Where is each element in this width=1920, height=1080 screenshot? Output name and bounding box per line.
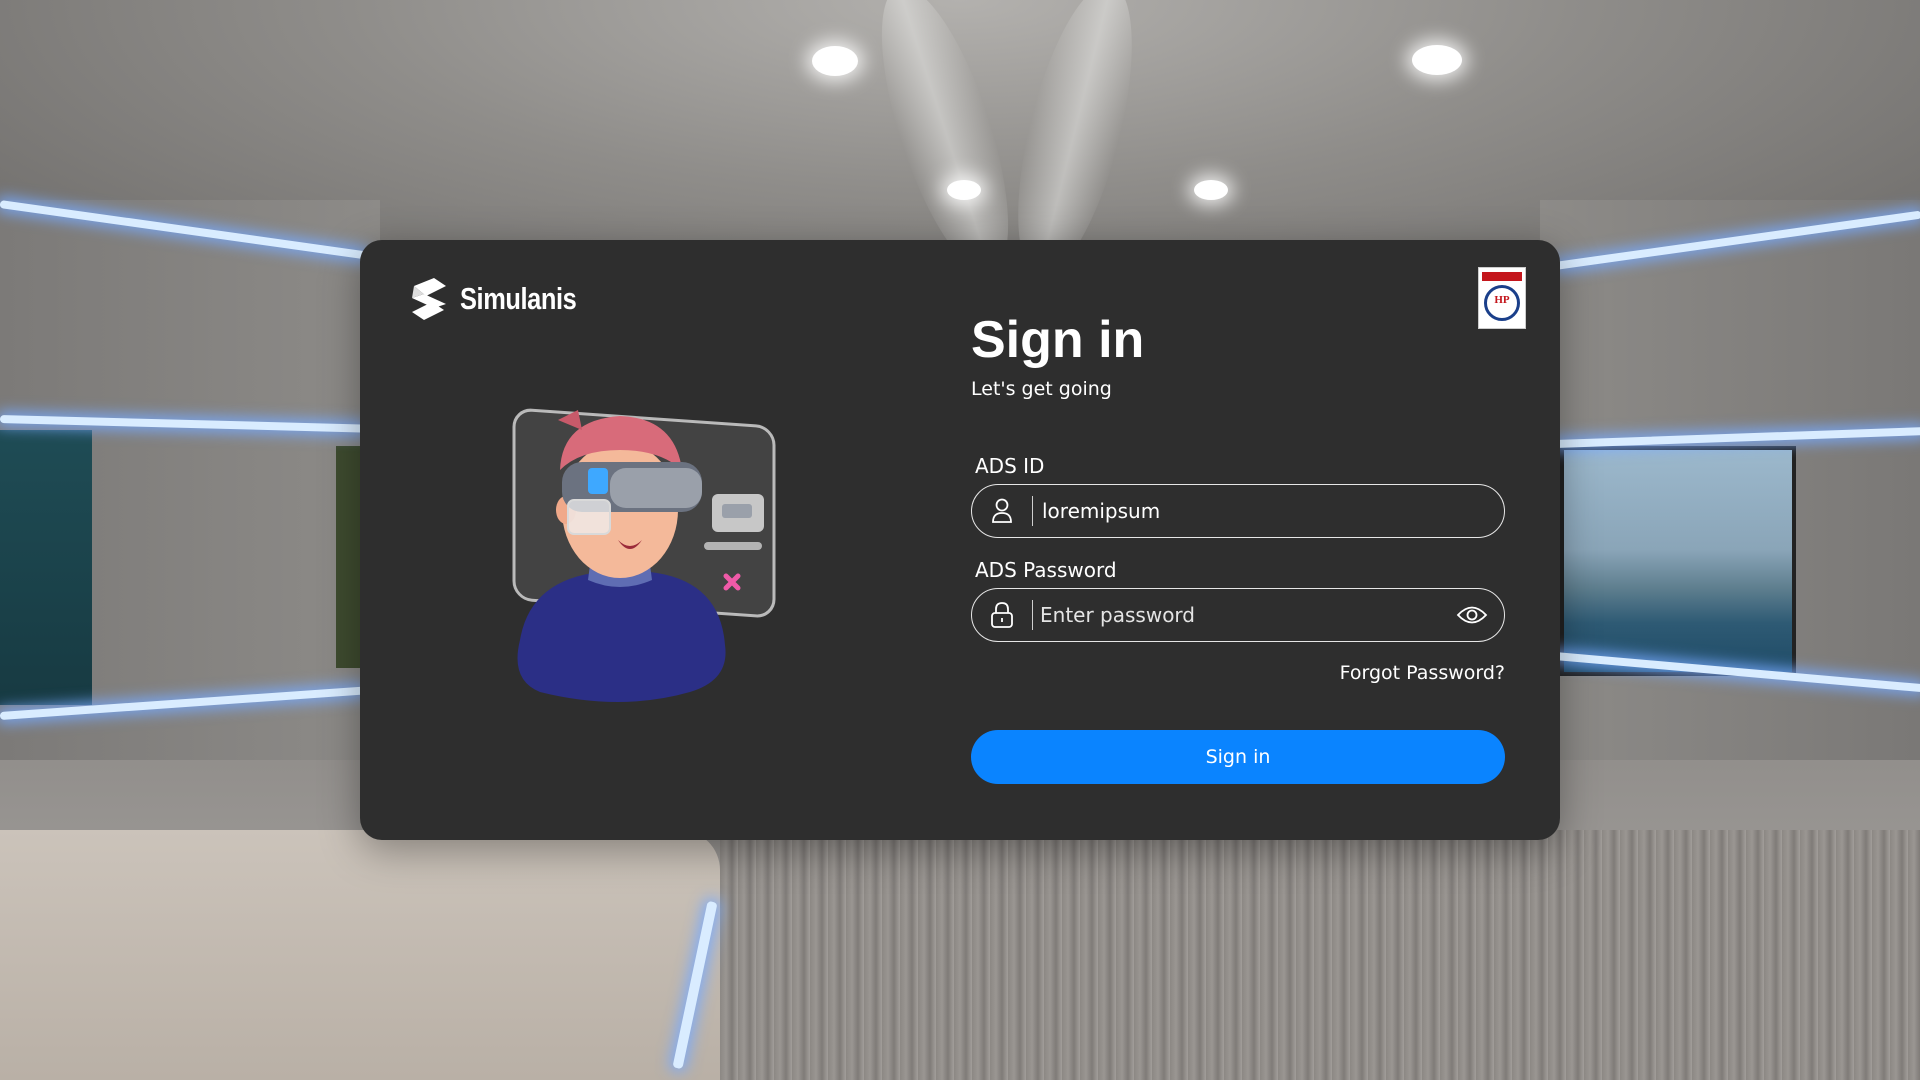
ceiling-light <box>947 180 981 200</box>
ads-password-label: ADS Password <box>975 558 1117 582</box>
lock-icon <box>972 589 1032 641</box>
eye-icon[interactable] <box>1440 589 1504 641</box>
partner-logo-text: HP <box>1494 294 1510 306</box>
ads-id-input[interactable]: loremipsum <box>1033 499 1504 523</box>
wood-floor <box>720 830 1920 1080</box>
user-icon <box>972 485 1032 537</box>
marble-floor <box>0 830 720 1080</box>
left-wall-panel <box>0 430 92 705</box>
ceiling-light <box>812 46 858 76</box>
partner-logo-strip <box>1482 272 1522 281</box>
ceiling-light <box>1194 180 1228 200</box>
page-subtitle: Let's get going <box>971 378 1112 400</box>
sign-in-form: Sign in Let's get going ADS ID loremipsu… <box>971 310 1505 784</box>
brand: Simulanis <box>406 274 602 324</box>
ads-password-input[interactable]: Enter password <box>1033 603 1440 627</box>
sign-in-button[interactable]: Sign in <box>971 730 1505 784</box>
right-wall-screen <box>1560 446 1796 676</box>
login-card: Simulanis HP Sign in Let's get going ADS… <box>360 240 1560 840</box>
simulanis-logo-icon <box>412 278 446 320</box>
vr-user-illustration <box>512 408 776 702</box>
ceiling-light <box>1412 45 1462 75</box>
page-title: Sign in <box>971 311 1145 369</box>
forgot-password-link[interactable]: Forgot Password? <box>1340 662 1505 684</box>
ads-password-field[interactable]: Enter password <box>971 588 1505 642</box>
brand-name: Simulanis <box>460 281 577 316</box>
left-wall-screen <box>336 446 360 668</box>
ads-id-field[interactable]: loremipsum <box>971 484 1505 538</box>
ads-id-label: ADS ID <box>975 454 1045 478</box>
